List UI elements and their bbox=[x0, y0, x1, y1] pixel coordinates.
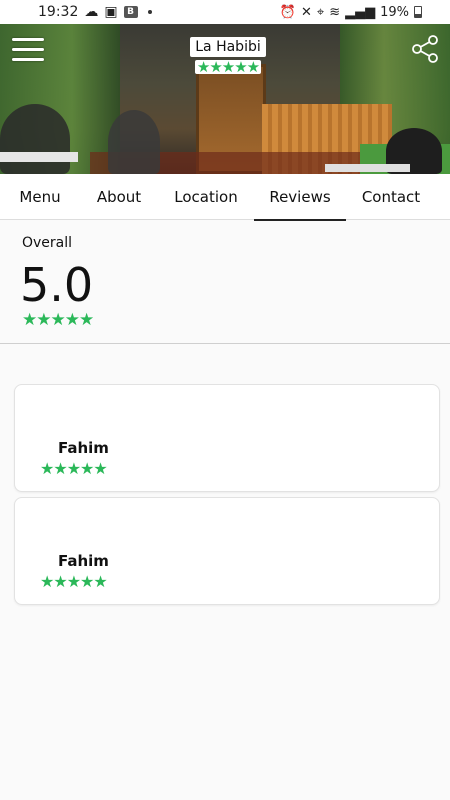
mute-icon: ✕ bbox=[300, 4, 312, 20]
tab-about[interactable]: About bbox=[80, 174, 158, 220]
status-right: ⏰ ✕ ⌖ ≋ ▂▄▆ 19% bbox=[280, 5, 422, 20]
hero-table bbox=[0, 152, 78, 162]
star-icon: ★ bbox=[53, 459, 67, 478]
star-icon: ★ bbox=[209, 58, 222, 76]
location-icon: ⌖ bbox=[316, 4, 325, 20]
wifi-icon: ≋ bbox=[329, 4, 341, 20]
overall-rating-stars: ★★★★★ bbox=[22, 310, 94, 330]
image-icon: ▣ bbox=[104, 4, 118, 20]
tab-bar: Menu About Location Reviews Contact bbox=[0, 174, 450, 221]
signal-icon: ▂▄▆ bbox=[345, 4, 376, 20]
b-app-icon: B bbox=[123, 6, 138, 18]
share-icon[interactable] bbox=[410, 34, 440, 64]
tab-location[interactable]: Location bbox=[158, 174, 254, 220]
star-icon: ★ bbox=[40, 572, 54, 591]
tab-menu[interactable]: Menu bbox=[0, 174, 80, 220]
star-icon: ★ bbox=[80, 572, 94, 591]
reviewer-name: Fahim bbox=[58, 552, 109, 570]
status-time: 19:32 bbox=[38, 4, 79, 20]
tab-contact[interactable]: Contact bbox=[346, 174, 436, 220]
battery-percent: 19% bbox=[380, 4, 409, 20]
battery-icon bbox=[414, 6, 422, 18]
star-icon: ★ bbox=[50, 310, 66, 330]
star-icon: ★ bbox=[234, 58, 247, 76]
star-icon: ★ bbox=[53, 572, 67, 591]
star-icon: ★ bbox=[246, 58, 260, 76]
review-rating-stars: ★★★★★ bbox=[40, 572, 108, 591]
review-rating-stars: ★★★★★ bbox=[40, 459, 108, 478]
star-icon: ★ bbox=[221, 58, 235, 76]
star-icon: ★ bbox=[64, 310, 80, 330]
hero-chair bbox=[0, 104, 70, 174]
status-bar: 19:32 ☁ ▣ B ⏰ ✕ ⌖ ≋ ▂▄▆ 19% bbox=[0, 0, 450, 24]
star-icon: ★ bbox=[40, 459, 54, 478]
hamburger-menu-icon[interactable] bbox=[12, 38, 44, 62]
restaurant-name: La Habibi bbox=[190, 37, 266, 57]
status-left: 19:32 ☁ ▣ B bbox=[38, 4, 152, 20]
star-icon: ★ bbox=[93, 459, 107, 478]
review-card: Fahim ★★★★★ bbox=[14, 497, 440, 605]
alarm-icon: ⏰ bbox=[279, 4, 296, 20]
reviewer-name: Fahim bbox=[58, 439, 109, 457]
notification-dot-icon bbox=[147, 10, 152, 14]
review-card: Fahim ★★★★★ bbox=[14, 384, 440, 492]
hero-chair bbox=[108, 110, 160, 174]
star-icon: ★ bbox=[66, 459, 81, 478]
overall-rating-section: Overall 5.0 ★★★★★ bbox=[0, 220, 450, 344]
hero-table bbox=[325, 164, 410, 172]
header-rating-stars: ★★★★★ bbox=[194, 58, 262, 76]
tab-reviews[interactable]: Reviews bbox=[254, 174, 346, 221]
star-icon: ★ bbox=[22, 310, 37, 330]
star-icon: ★ bbox=[66, 572, 81, 591]
overall-label: Overall bbox=[22, 235, 73, 251]
cloud-icon: ☁ bbox=[84, 4, 99, 20]
star-icon: ★ bbox=[93, 572, 107, 591]
star-icon: ★ bbox=[79, 310, 94, 330]
star-icon: ★ bbox=[196, 58, 210, 76]
overall-score: 5.0 bbox=[20, 258, 94, 312]
star-icon: ★ bbox=[80, 459, 94, 478]
star-icon: ★ bbox=[36, 310, 51, 330]
restaurant-title-badge: La Habibi ★★★★★ bbox=[186, 36, 270, 76]
